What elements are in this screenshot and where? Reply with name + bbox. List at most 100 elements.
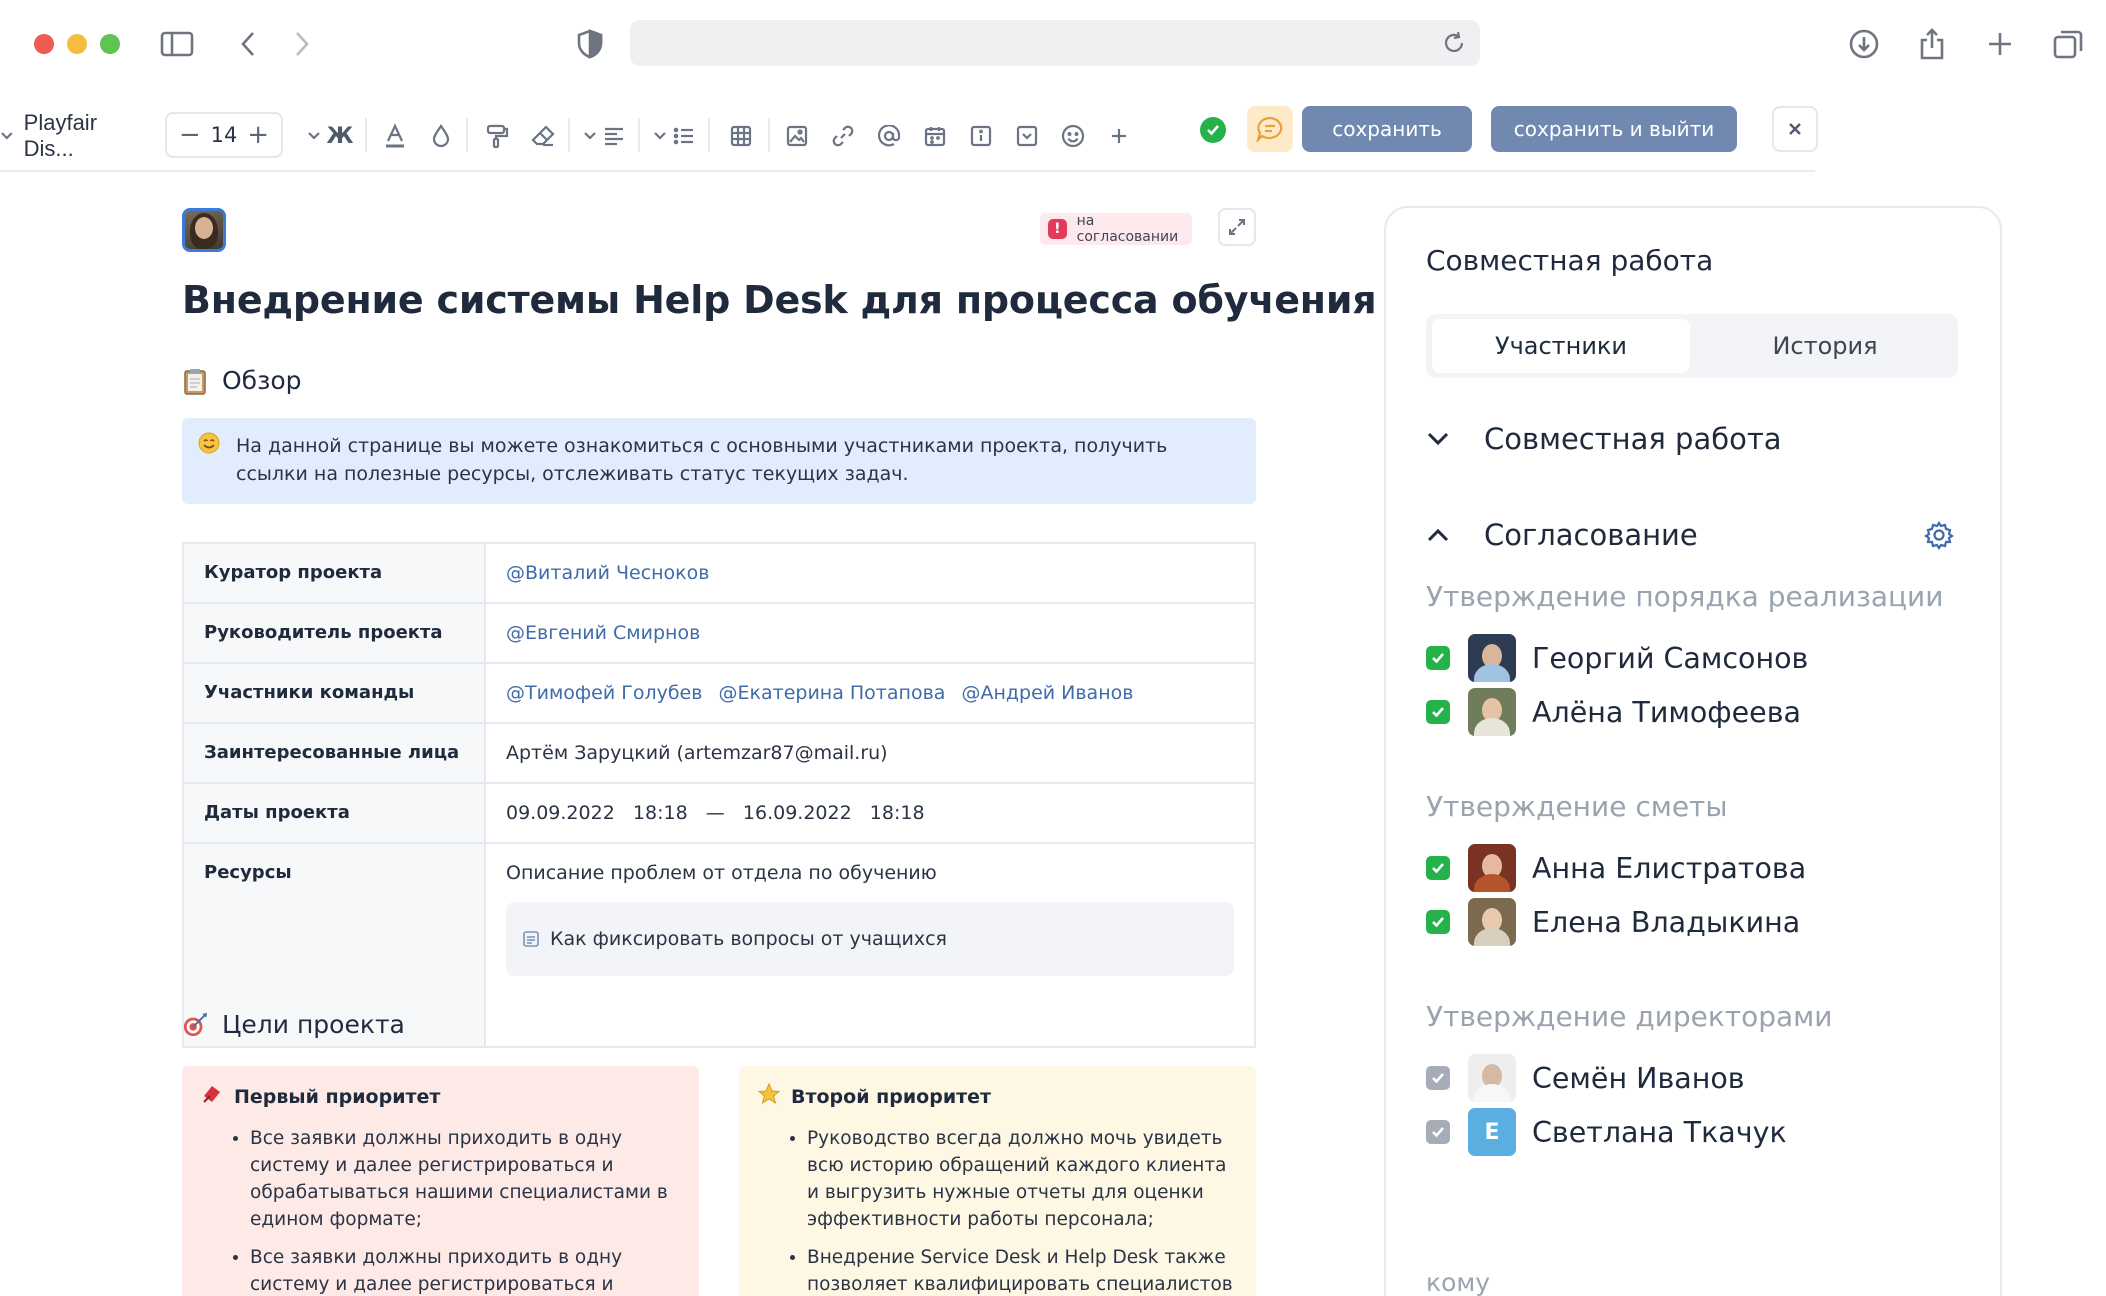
panel-title: Совместная работа [1426,244,1714,277]
approver-row[interactable]: Анна Елистратова [1426,844,1806,892]
chevron-down-icon [1,132,13,140]
table-row: Участники команды @Тимофей Голубев @Екат… [182,662,1256,724]
status-badge[interactable]: ! на согласовании [1040,213,1192,245]
avatar [1468,898,1516,946]
tab-history[interactable]: История [1696,319,1954,373]
mention-icon[interactable] [866,100,912,172]
save-and-exit-button[interactable]: сохранить и выйти [1491,106,1737,152]
format-painter-icon[interactable] [474,100,520,172]
panel-tabs: Участники История [1426,314,1958,378]
dates-value: 09.09.2022 18:18 — 16.09.2022 18:18 [484,782,1256,844]
collab-section-toggle[interactable]: Совместная работа [1426,422,1782,456]
list-item: Все заявки должны приходить в одну систе… [250,1125,681,1233]
approved-checkbox[interactable] [1426,910,1450,934]
table-row: Даты проекта 09.09.2022 18:18 — 16.09.20… [182,782,1256,844]
insert-more-icon[interactable] [1096,100,1142,172]
expand-button[interactable] [1218,208,1256,246]
window-minimize-button[interactable] [67,34,87,54]
font-size-value: 14 [210,123,238,147]
approver-row[interactable]: Алёна Тимофеева [1426,688,1801,736]
toolbar-divider [466,118,468,152]
pending-checkbox[interactable] [1426,1066,1450,1090]
info-callout: На данной странице вы можете ознакомитьс… [182,418,1256,504]
downloads-icon[interactable] [1842,22,1886,66]
save-button[interactable]: сохранить [1302,106,1472,152]
bold-button[interactable]: Ж [300,100,360,172]
approved-checkbox[interactable] [1426,700,1450,724]
font-family-select[interactable]: Playfair Dis... [0,100,150,172]
list-item: Все заявки должны приходить в одну систе… [250,1244,681,1296]
toolbar-divider [568,118,570,152]
collaboration-panel: Совместная работа Участники История Совм… [1384,206,2002,1296]
tab-participants[interactable]: Участники [1432,319,1690,373]
close-editor-button[interactable] [1772,106,1818,152]
sidebar-toggle-icon[interactable] [155,22,199,66]
align-left-icon [605,127,623,146]
pending-checkbox[interactable] [1426,1120,1450,1144]
approver-row[interactable]: Е Светлана Ткачук [1426,1108,1787,1156]
calendar-icon[interactable] [912,100,958,172]
resources-description: Описание проблем от отдела по обучению [506,862,937,884]
text-color-icon[interactable] [372,100,418,172]
team-mention[interactable]: @Екатерина Потапова [719,682,946,704]
forward-icon[interactable] [280,22,324,66]
dropdown-block-icon[interactable] [1004,100,1050,172]
to-label: кому [1426,1268,1491,1296]
overview-heading-text: Обзор [222,366,302,395]
avatar [1468,634,1516,682]
privacy-shield-icon[interactable] [568,22,612,66]
increase-size-icon[interactable]: + [247,120,269,150]
approved-checkbox[interactable] [1426,646,1450,670]
saved-status-icon [1200,117,1226,143]
font-family-value: Playfair Dis... [23,110,98,161]
approval-settings-button[interactable] [1924,520,1954,554]
expand-icon [1229,219,1245,235]
browser-chrome [0,0,2106,86]
team-label: Участники команды [182,662,486,724]
align-button[interactable] [574,100,634,172]
list-button[interactable] [644,100,704,172]
avatar [1468,844,1516,892]
clear-format-icon[interactable] [520,100,566,172]
tab-overview-icon[interactable] [2046,22,2090,66]
smile-emoji-icon [198,432,220,461]
pin-icon [200,1082,224,1111]
bold-icon: Ж [326,123,354,149]
emoji-icon[interactable] [1050,100,1096,172]
project-info-table: Куратор проекта @Виталий Чесноков Руково… [182,542,1256,1048]
stage-title: Утверждение директорами [1426,1000,1833,1033]
manager-mention[interactable]: @Евгений Смирнов [506,622,700,644]
approver-row[interactable]: Георгий Самсонов [1426,634,1808,682]
goals-heading-text: Цели проекта [222,1010,405,1039]
reload-icon[interactable] [1442,31,1466,55]
author-avatar[interactable] [182,208,226,252]
address-bar[interactable] [630,20,1480,66]
team-mention[interactable]: @Тимофей Голубев [506,682,702,704]
approver-row[interactable]: Семён Иванов [1426,1054,1745,1102]
comments-button[interactable] [1247,106,1293,152]
font-size-stepper[interactable]: − 14 + [165,112,283,158]
avatar: Е [1468,1108,1516,1156]
approved-checkbox[interactable] [1426,856,1450,880]
stage-title: Утверждение сметы [1426,790,1728,823]
link-icon[interactable] [820,100,866,172]
table-icon[interactable] [718,100,764,172]
back-icon[interactable] [226,22,270,66]
goals-heading: Цели проекта [182,1010,405,1039]
resource-page-link[interactable]: Как фиксировать вопросы от учащихся [506,902,1234,976]
curator-mention[interactable]: @Виталий Чесноков [506,562,709,584]
window-zoom-button[interactable] [100,34,120,54]
approval-section-toggle[interactable]: Согласование [1426,518,1698,552]
window-close-button[interactable] [34,34,54,54]
target-icon [182,1012,208,1038]
highlight-drop-icon[interactable] [418,100,464,172]
image-icon[interactable] [774,100,820,172]
team-mention[interactable]: @Андрей Иванов [961,682,1133,704]
list-item: Руководство всегда должно мочь увидеть в… [807,1125,1238,1233]
star-icon [757,1082,781,1111]
new-tab-icon[interactable] [1978,22,2022,66]
share-icon[interactable] [1910,22,1954,66]
decrease-size-icon[interactable]: − [179,120,201,150]
approver-row[interactable]: Елена Владыкина [1426,898,1800,946]
info-block-icon[interactable] [958,100,1004,172]
